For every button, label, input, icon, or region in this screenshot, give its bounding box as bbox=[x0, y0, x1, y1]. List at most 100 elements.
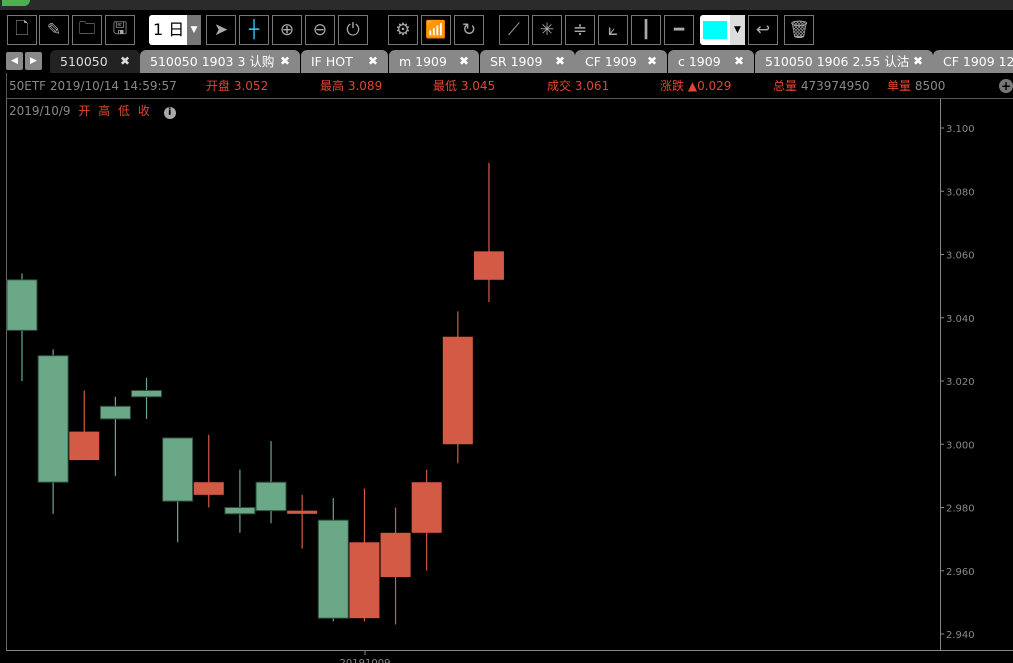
candle-body bbox=[6, 279, 38, 331]
y-tick-label: 3.080 bbox=[946, 187, 975, 198]
low-label: 最低 bbox=[433, 79, 458, 93]
tab-label: IF HOT bbox=[311, 54, 353, 69]
candle-body bbox=[411, 482, 442, 533]
edit-file-icon[interactable]: ✎ bbox=[39, 15, 69, 45]
tab-sr-1909[interactable]: SR 1909 ✖ bbox=[480, 50, 575, 73]
candlestick-chart[interactable]: 3.100 3.080 3.060 3.040 3.020 3.000 2.980 2.960… bbox=[0, 99, 1013, 663]
tab-bar: ◀ ▶ 510050 ✖ 510050 1903 3 认购 ✖ IF HOT ✖ m … bbox=[0, 48, 1013, 73]
crosshair-icon[interactable]: ┼ bbox=[239, 15, 269, 45]
tab-label: 510050 1903 3 认购 bbox=[150, 54, 275, 69]
tab-label: c 1909 bbox=[678, 54, 721, 69]
refresh-icon[interactable]: ↻ bbox=[454, 15, 484, 45]
change-label: 涨跌 bbox=[660, 79, 685, 93]
close-icon[interactable]: ✖ bbox=[647, 50, 657, 73]
close-icon[interactable]: ✖ bbox=[734, 50, 744, 73]
high-label: 最高 bbox=[320, 79, 345, 93]
tab-label: 510050 1906 2.55 认沽 bbox=[765, 54, 910, 69]
legend-close: 收 bbox=[137, 104, 150, 118]
cross-lines-icon[interactable]: ✳ bbox=[532, 15, 562, 45]
indicators-icon[interactable]: 📶 bbox=[421, 15, 451, 45]
delete-icon[interactable]: 🗑 bbox=[784, 15, 814, 45]
y-tick-label: 3.020 bbox=[946, 377, 975, 388]
undo-icon[interactable]: ↩ bbox=[748, 15, 778, 45]
chevron-down-icon: ▼ bbox=[187, 15, 201, 45]
color-picker[interactable]: ▼ bbox=[700, 15, 745, 45]
close-icon[interactable]: ✖ bbox=[368, 50, 378, 73]
zoom-in-icon[interactable]: ⊕ bbox=[272, 15, 302, 45]
app-logo-icon bbox=[2, 0, 30, 6]
info-icon[interactable]: i bbox=[163, 107, 176, 119]
tab-label: 510050 bbox=[60, 54, 108, 69]
volume-label: 总量 bbox=[773, 79, 798, 93]
high-num: 3.089 bbox=[347, 79, 383, 93]
tab-510050-1906[interactable]: 510050 1906 2.55 认沽 ✖ bbox=[755, 50, 933, 73]
candle-body bbox=[162, 437, 194, 502]
quote-info-bar: 50ETF 2019/10/14 14:59:57 开盘 3.052 最高 3.… bbox=[6, 73, 1013, 99]
parallel-lines-icon[interactable]: ≑ bbox=[565, 15, 595, 45]
candle-body bbox=[473, 251, 504, 280]
change-num: ▲0.029 bbox=[687, 79, 732, 93]
open-value: 开盘 3.052 bbox=[206, 73, 268, 99]
tab-scroll-left[interactable]: ◀ bbox=[6, 52, 23, 70]
y-tick-label: 2.980 bbox=[946, 504, 975, 515]
tab-cf-1909-124[interactable]: CF 1909 124 bbox=[933, 50, 1013, 73]
lot-num: 8500 bbox=[914, 79, 946, 93]
legend-low: 低 bbox=[118, 104, 131, 118]
color-swatch bbox=[703, 21, 727, 39]
close-icon[interactable]: ✖ bbox=[459, 50, 469, 73]
candle-body bbox=[193, 482, 224, 495]
chart-legend: 2019/10/9 开 高 低 收 i bbox=[9, 102, 180, 119]
add-icon[interactable]: + bbox=[999, 79, 1013, 93]
tab-label: CF 1909 124 bbox=[943, 54, 1013, 69]
y-tick-label: 3.040 bbox=[946, 314, 975, 325]
legend-open: 开 bbox=[78, 104, 91, 118]
period-value: 1 日 bbox=[153, 20, 185, 39]
tab-scroll-right[interactable]: ▶ bbox=[25, 52, 42, 70]
tab-510050-1903[interactable]: 510050 1903 3 认购 ✖ bbox=[140, 50, 300, 73]
candle-body bbox=[99, 405, 131, 420]
legend-high: 高 bbox=[98, 104, 111, 118]
close-icon[interactable]: ✖ bbox=[913, 50, 923, 73]
fan-lines-icon[interactable]: ⟀ bbox=[598, 15, 628, 45]
tab-if-hot[interactable]: IF HOT ✖ bbox=[301, 50, 388, 73]
tab-label: SR 1909 bbox=[490, 54, 543, 69]
last-value: 成交 3.061 bbox=[547, 73, 609, 99]
power-icon[interactable]: ⏻ bbox=[338, 15, 368, 45]
candle-body bbox=[69, 431, 100, 461]
open-num: 3.052 bbox=[233, 79, 269, 93]
low-value: 最低 3.045 bbox=[433, 73, 495, 99]
horizontal-segment-icon[interactable]: ━ bbox=[664, 15, 694, 45]
close-icon[interactable]: ✖ bbox=[555, 50, 565, 73]
y-tick-label: 2.940 bbox=[946, 630, 975, 641]
candle-body bbox=[349, 542, 380, 619]
lot-value: 单量 8500 bbox=[887, 73, 945, 99]
candle-body bbox=[131, 389, 163, 398]
close-icon[interactable]: ✖ bbox=[280, 50, 290, 73]
zoom-out-icon[interactable]: ⊖ bbox=[305, 15, 335, 45]
line-tool-icon[interactable]: ⟋ bbox=[499, 15, 529, 45]
y-tick-label: 3.000 bbox=[946, 440, 975, 451]
period-select[interactable]: 1 日 ▼ bbox=[149, 15, 201, 45]
tab-c-1909[interactable]: c 1909 ✖ bbox=[668, 50, 754, 73]
high-value: 最高 3.089 bbox=[320, 73, 382, 99]
tab-label: CF 1909 bbox=[585, 54, 637, 69]
tab-cf-1909[interactable]: CF 1909 ✖ bbox=[575, 50, 667, 73]
candle-body bbox=[442, 336, 473, 445]
settings-icon[interactable]: ⚙ bbox=[388, 15, 418, 45]
vertical-segment-icon[interactable]: ┃ bbox=[631, 15, 661, 45]
tab-510050[interactable]: 510050 ✖ bbox=[50, 50, 140, 73]
close-icon[interactable]: ✖ bbox=[120, 50, 130, 73]
title-bar bbox=[0, 0, 1013, 10]
open-folder-icon[interactable]: 🗀 bbox=[72, 15, 102, 45]
x-tick-label: 20191009 bbox=[340, 658, 391, 663]
last-num: 3.061 bbox=[574, 79, 610, 93]
candle-body bbox=[37, 355, 69, 483]
pointer-icon[interactable]: ➤ bbox=[206, 15, 236, 45]
tab-m-1909[interactable]: m 1909 ✖ bbox=[389, 50, 479, 73]
y-tick-label: 3.100 bbox=[946, 124, 975, 135]
open-label: 开盘 bbox=[206, 79, 231, 93]
volume-value: 总量 473974950 bbox=[773, 73, 870, 99]
legend-date: 2019/10/9 bbox=[9, 104, 71, 118]
save-icon[interactable]: 🖫 bbox=[105, 15, 135, 45]
new-file-icon[interactable]: 🗋 bbox=[7, 15, 37, 45]
